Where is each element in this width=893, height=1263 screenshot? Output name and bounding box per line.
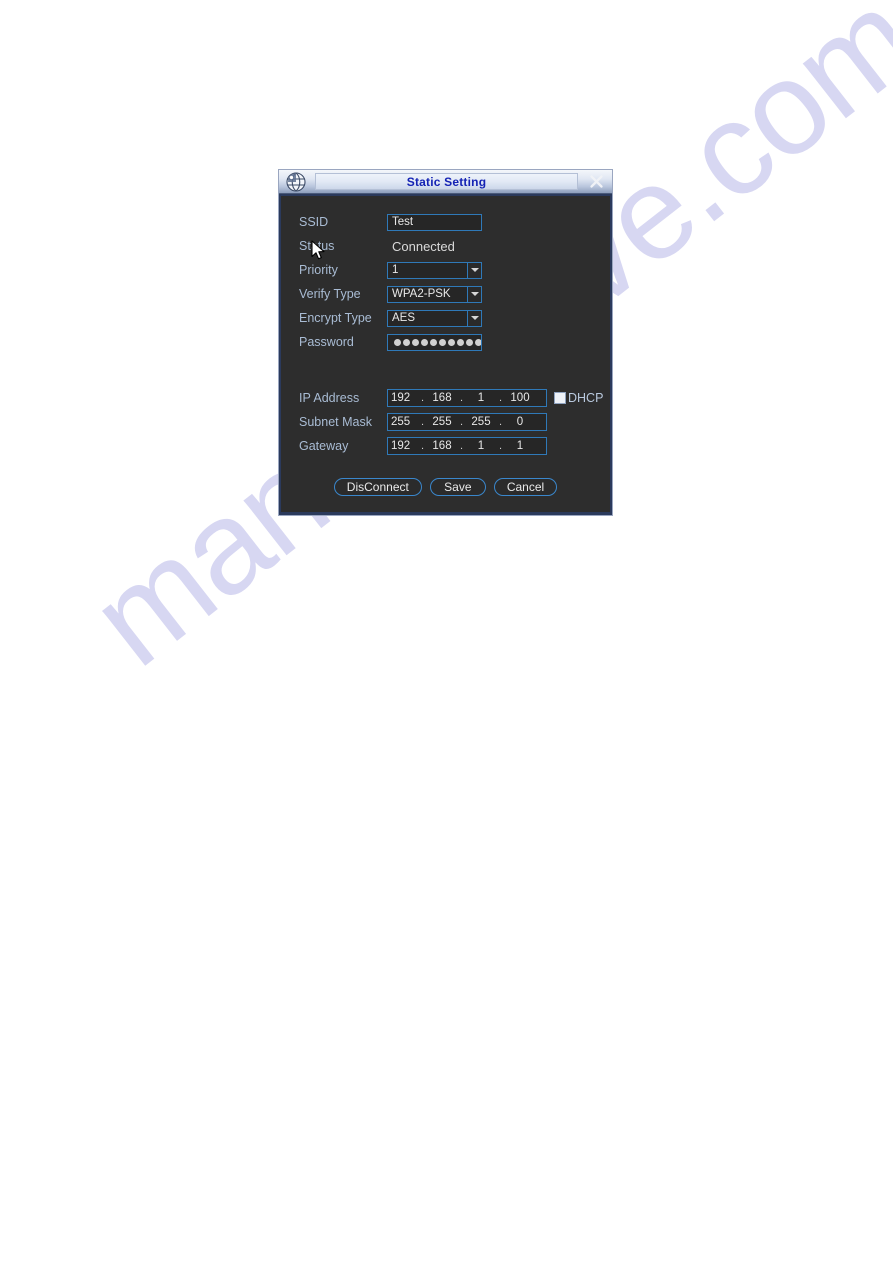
verify-type-select-value: WPA2-PSK [387,285,467,303]
ip-separator: . [420,440,425,452]
dialog-body: SSID Test Status Connected Priority 1 Ve… [279,194,612,515]
dhcp-checkbox[interactable] [554,392,566,404]
priority-select[interactable]: 1 [387,261,482,279]
label-ssid: SSID [299,215,329,229]
status-value: Connected [392,238,455,254]
ip-octet[interactable]: 255 [466,416,496,428]
chevron-down-icon[interactable] [467,285,482,303]
encrypt-type-select[interactable]: AES [387,309,482,327]
ip-separator: . [498,440,503,452]
ip-separator: . [498,416,503,428]
disconnect-button[interactable]: DisConnect [333,478,422,496]
row-gateway: Gateway 192. 168. 1. 1 [281,434,610,458]
label-subnet-mask: Subnet Mask [299,415,372,429]
ip-octet[interactable]: 192 [388,440,418,452]
ip-octet[interactable]: 168 [427,440,457,452]
row-subnet-mask: Subnet Mask 255. 255. 255. 0 [281,410,610,434]
password-input[interactable] [387,333,482,351]
row-encrypt-type: Encrypt Type AES [281,306,610,330]
label-verify-type: Verify Type [299,287,361,301]
label-password: Password [299,335,354,349]
dialog-button-row: DisConnect Save Cancel [281,478,610,502]
ip-address-input[interactable]: 192. 168. 1. 100 [387,389,547,407]
save-button[interactable]: Save [429,478,486,496]
label-gateway: Gateway [299,439,349,453]
label-ip-address: IP Address [299,391,360,405]
ip-octet[interactable]: 168 [427,392,457,404]
label-status: Status [299,239,335,253]
row-verify-type: Verify Type WPA2-PSK [281,282,610,306]
row-ip-address: IP Address 192. 168. 1. 100 DHCP [281,386,610,410]
password-masked-value [392,338,481,346]
label-priority: Priority [299,263,338,277]
globe-logo-icon [279,171,313,193]
dhcp-control: DHCP [554,391,603,405]
ip-octet[interactable]: 1 [466,392,496,404]
chevron-down-icon[interactable] [467,261,482,279]
row-password: Password [281,330,610,354]
page-title: Static Setting [406,174,487,189]
ip-separator: . [459,392,464,404]
encrypt-type-select-value: AES [387,309,467,327]
gateway-input[interactable]: 192. 168. 1. 1 [387,437,547,455]
verify-type-select[interactable]: WPA2-PSK [387,285,482,303]
dialog-title-panel: Static Setting [315,173,578,190]
ssid-input[interactable]: Test [387,213,482,231]
row-status: Status Connected [281,234,610,258]
subnet-mask-input[interactable]: 255. 255. 255. 0 [387,413,547,431]
ip-octet[interactable]: 0 [505,416,535,428]
close-icon[interactable] [580,171,612,193]
ip-separator: . [498,392,503,404]
ip-separator: . [459,416,464,428]
ip-octet[interactable]: 255 [427,416,457,428]
ip-octet[interactable]: 192 [388,392,418,404]
ip-separator: . [459,440,464,452]
cancel-button[interactable]: Cancel [493,478,558,496]
row-ssid: SSID Test [281,210,610,234]
row-priority: Priority 1 [281,258,610,282]
ip-octet[interactable]: 1 [466,440,496,452]
label-encrypt-type: Encrypt Type [299,311,372,325]
ip-separator: . [420,392,425,404]
dhcp-label: DHCP [568,391,604,405]
ip-octet[interactable]: 100 [505,392,535,404]
ip-separator: . [420,416,425,428]
static-setting-dialog: Static Setting SSID Test Status Connecte… [278,169,613,516]
ip-octet[interactable]: 1 [505,440,535,452]
priority-select-value: 1 [387,261,467,279]
ip-octet[interactable]: 255 [388,416,418,428]
chevron-down-icon[interactable] [467,309,482,327]
dialog-titlebar: Static Setting [279,170,612,194]
